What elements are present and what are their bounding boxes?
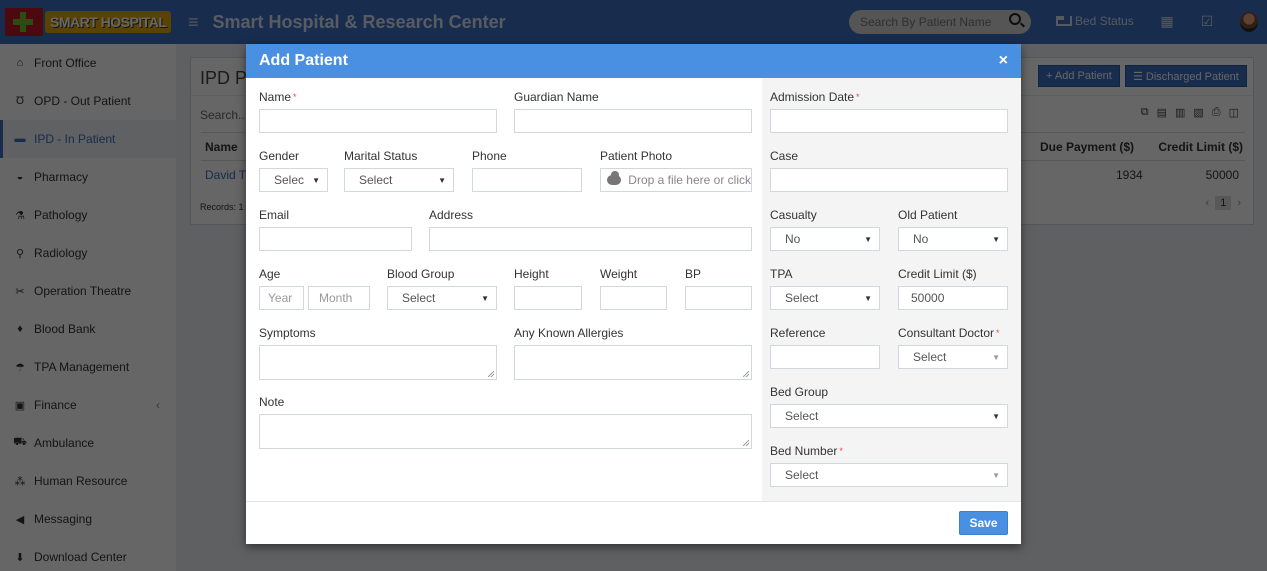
credit-limit-label: Credit Limit ($) <box>898 267 977 281</box>
dropdown-arrow-icon: ▼ <box>992 470 1000 480</box>
note-textarea[interactable] <box>259 414 752 449</box>
casualty-select[interactable]: No ▼ <box>770 227 880 251</box>
patient-photo-label: Patient Photo <box>600 149 673 163</box>
bp-input[interactable] <box>685 286 752 310</box>
tpa-select[interactable]: Select ▼ <box>770 286 880 310</box>
bed-group-label: Bed Group <box>770 385 829 399</box>
admission-date-input[interactable] <box>770 109 1008 133</box>
allergies-label: Any Known Allergies <box>514 326 624 340</box>
dropdown-arrow-icon: ▼ <box>481 293 489 303</box>
symptoms-label: Symptoms <box>259 326 316 340</box>
add-patient-modal: Add Patient × Name * Guardian Name Gender… <box>246 44 1021 544</box>
height-input[interactable] <box>514 286 582 310</box>
admission-details-section: Admission Date * Case Casualty No ▼ Old Pa… <box>762 78 1021 501</box>
dropdown-arrow-icon: ▼ <box>864 234 872 244</box>
patient-photo-dropzone[interactable]: Drop a file here or click <box>600 168 752 192</box>
dropdown-arrow-icon: ▼ <box>438 175 446 185</box>
dropdown-arrow-icon: ▼ <box>864 293 872 303</box>
tpa-label: TPA <box>770 267 793 281</box>
email-input[interactable] <box>259 227 412 251</box>
casualty-label: Casualty <box>770 208 817 222</box>
cloud-upload-icon <box>607 171 622 185</box>
old-patient-select[interactable]: No ▼ <box>898 227 1008 251</box>
admission-date-label: Admission Date * <box>770 90 860 104</box>
guardian-name-label: Guardian Name <box>514 90 599 104</box>
dropdown-arrow-icon: ▼ <box>992 352 1000 362</box>
bp-label: BP <box>685 267 702 281</box>
note-label: Note <box>259 395 285 409</box>
age-label: Age <box>259 267 281 281</box>
patient-details-section: Name * Guardian Name Gender Selec ▼ Marita… <box>246 78 762 501</box>
guardian-name-input[interactable] <box>514 109 752 133</box>
gender-label: Gender <box>259 149 300 163</box>
height-label: Height <box>514 267 549 281</box>
symptoms-textarea[interactable] <box>259 345 497 380</box>
address-input[interactable] <box>429 227 752 251</box>
allergies-textarea[interactable] <box>514 345 752 380</box>
marital-status-label: Marital Status <box>344 149 418 163</box>
dropdown-arrow-icon: ▼ <box>992 411 1000 421</box>
case-label: Case <box>770 149 799 163</box>
weight-label: Weight <box>600 267 638 281</box>
bed-group-select[interactable]: Select ▼ <box>770 404 1008 428</box>
credit-limit-input[interactable]: 50000 <box>898 286 1008 310</box>
age-year-input[interactable]: Year <box>259 286 304 310</box>
bed-number-label: Bed Number * <box>770 444 843 458</box>
reference-label: Reference <box>770 326 826 340</box>
marital-status-select[interactable]: Select ▼ <box>344 168 454 192</box>
blood-group-select[interactable]: Select ▼ <box>387 286 497 310</box>
age-month-input[interactable]: Month <box>308 286 370 310</box>
phone-input[interactable] <box>472 168 582 192</box>
email-label: Email <box>259 208 290 222</box>
modal-header: Add Patient × <box>246 44 1021 78</box>
consultant-doctor-select[interactable]: Select ▼ <box>898 345 1008 369</box>
dropdown-arrow-icon: ▼ <box>312 175 320 185</box>
name-input[interactable] <box>259 109 497 133</box>
modal-title: Add Patient <box>259 52 348 69</box>
save-button[interactable]: Save <box>959 511 1008 535</box>
bed-number-select[interactable]: Select ▼ <box>770 463 1008 487</box>
close-icon[interactable]: × <box>999 52 1008 70</box>
blood-group-label: Blood Group <box>387 267 455 281</box>
weight-input[interactable] <box>600 286 667 310</box>
phone-label: Phone <box>472 149 507 163</box>
case-input[interactable] <box>770 168 1008 192</box>
name-field-label: Name * <box>259 90 297 104</box>
consultant-doctor-label: Consultant Doctor * <box>898 326 1000 340</box>
reference-input[interactable] <box>770 345 880 369</box>
modal-footer: Save <box>246 501 1021 544</box>
address-label: Address <box>429 208 474 222</box>
dropdown-arrow-icon: ▼ <box>992 234 1000 244</box>
old-patient-label: Old Patient <box>898 208 958 222</box>
gender-select[interactable]: Selec ▼ <box>259 168 328 192</box>
